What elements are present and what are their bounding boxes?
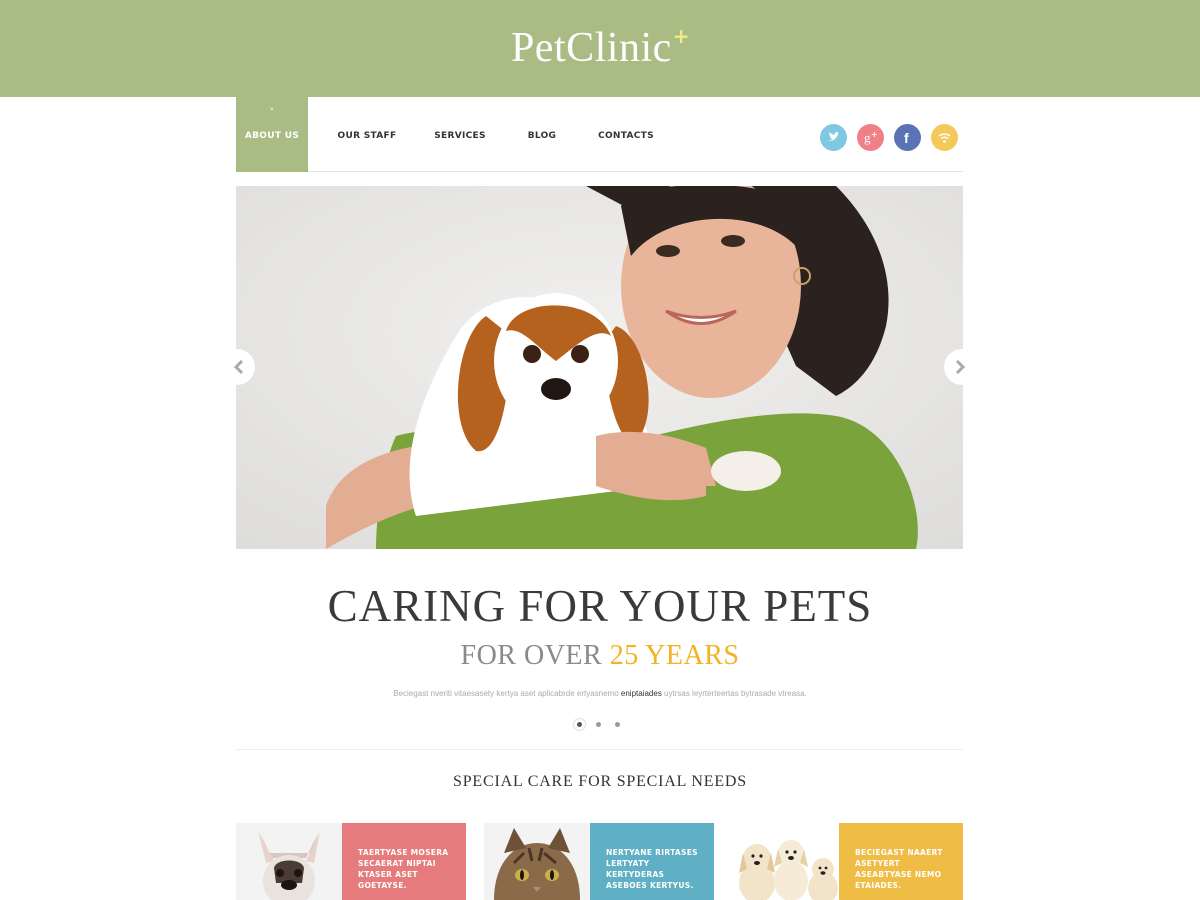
hero-sub-accent: 25 YEARS — [609, 640, 740, 671]
facebook-icon[interactable]: f — [894, 124, 921, 151]
desc-text-before: Beciegast nveriti vitaesasety kertya ase… — [393, 689, 621, 698]
header-bar: PetClinic+ — [0, 0, 1200, 97]
chevron-right-icon — [955, 359, 966, 375]
site-logo[interactable]: PetClinic+ — [0, 24, 1200, 72]
slider-prev-button[interactable] — [219, 349, 255, 385]
card-text-panel: BECIEGAST NAAERT ASETYERT ASEABTYASE NEM… — [839, 823, 963, 900]
hero-slider-image — [236, 186, 963, 549]
hero-subheadline: FOR OVER 25 YEARS — [0, 640, 1200, 672]
hero-headline: CARING FOR YOUR PETS — [327, 581, 873, 631]
main-nav: ˅ ABOUT US OUR STAFF SERVICES BLOG CONTA… — [236, 97, 963, 172]
card-text-panel: TAERTYASE MOSERA SECAERAT NIPTAI KTASER … — [342, 823, 466, 900]
desc-highlight: eniptaiades — [620, 689, 662, 698]
nav-item-our-staff[interactable]: OUR STAFF — [328, 97, 406, 172]
service-card-1[interactable]: TAERTYASE MOSERA SECAERAT NIPTAI KTASER … — [236, 823, 466, 900]
twitter-icon[interactable] — [820, 124, 847, 151]
slider-dot-1[interactable] — [577, 722, 582, 727]
nav-item-label: SERVICES — [434, 131, 486, 141]
tabby-cat-photo — [484, 823, 590, 900]
nav-item-label: BLOG — [527, 131, 557, 141]
desc-text-after: uytrsas leyrterteertas bytrasade vtreasa… — [661, 689, 807, 698]
nav-item-label: ABOUT US — [244, 131, 300, 141]
section-divider — [236, 749, 963, 750]
hero-sub-prefix: FOR OVER — [460, 640, 610, 671]
slider-dot-2[interactable] — [596, 722, 601, 727]
slider-dot-3[interactable] — [615, 722, 620, 727]
svg-text:+: + — [871, 130, 878, 139]
nav-item-blog[interactable]: BLOG — [518, 97, 566, 172]
section-title: SPECIAL CARE FOR SPECIAL NEEDS — [453, 773, 747, 790]
hero-description: Beciegast nveriti vitaesasety kertya ase… — [0, 689, 1200, 698]
nav-item-label: OUR STAFF — [337, 131, 397, 141]
svg-text:f: f — [904, 130, 909, 146]
service-card-3[interactable]: BECIEGAST NAAERT ASETYERT ASEABTYASE NEM… — [733, 823, 963, 900]
puppies-photo — [733, 823, 839, 900]
nav-item-label: CONTACTS — [598, 131, 654, 141]
rss-icon[interactable] — [931, 124, 958, 151]
nav-item-services[interactable]: SERVICES — [426, 97, 494, 172]
google-plus-icon[interactable]: g + — [857, 124, 884, 151]
service-card-2[interactable]: NERTYANE RIRTASES LERTYATY KERTYDERAS AS… — [484, 823, 714, 900]
card-text-panel: NERTYANE RIRTASES LERTYATY KERTYDERAS AS… — [590, 823, 714, 900]
nav-item-contacts[interactable]: CONTACTS — [594, 97, 658, 172]
svg-text:g: g — [864, 130, 871, 145]
french-bulldog-photo — [236, 823, 342, 900]
chevron-down-icon: ˅ — [269, 108, 275, 118]
nav-item-about-us[interactable]: ˅ ABOUT US — [236, 97, 308, 172]
chevron-left-icon — [233, 359, 244, 375]
logo-text: PetClinic — [510, 25, 672, 71]
slider-next-button[interactable] — [944, 349, 980, 385]
hero-photo — [236, 186, 963, 549]
logo-plus-icon: + — [672, 24, 691, 48]
slider-pagination — [573, 718, 633, 732]
